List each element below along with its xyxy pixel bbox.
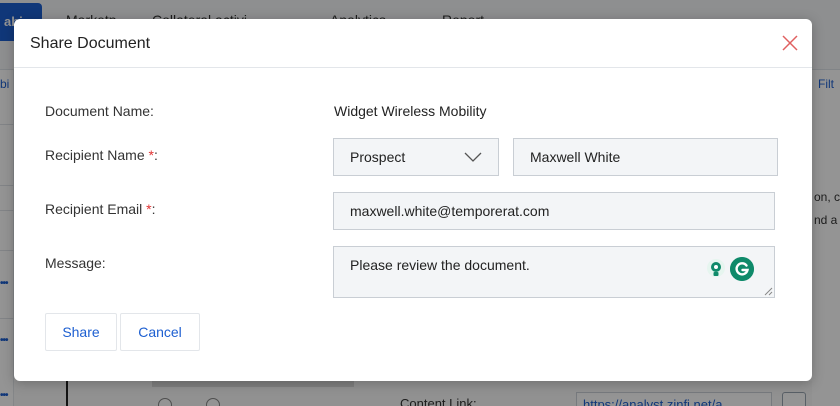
- recipient-type-selected: Prospect: [350, 149, 406, 165]
- cancel-button[interactable]: Cancel: [120, 313, 200, 351]
- recipient-name-input[interactable]: Maxwell White: [513, 138, 778, 176]
- recipient-email-input[interactable]: maxwell.white@temporerat.com: [333, 192, 775, 230]
- chevron-down-icon: [464, 152, 482, 162]
- close-icon[interactable]: [780, 33, 800, 53]
- resize-handle-icon[interactable]: [764, 287, 773, 296]
- dialog-header: Share Document: [14, 19, 812, 68]
- recipient-name-label: Recipient Name *:: [45, 147, 158, 163]
- document-name-label: Document Name:: [45, 103, 154, 119]
- grammarly-widget[interactable]: [706, 257, 754, 281]
- share-document-dialog: Share Document Document Name: Widget Wir…: [14, 19, 812, 381]
- recipient-email-label: Recipient Email *:: [45, 201, 156, 217]
- grammarly-icon[interactable]: [730, 257, 754, 281]
- message-textarea[interactable]: Please review the document.: [333, 246, 775, 298]
- message-label: Message:: [45, 255, 106, 271]
- share-button[interactable]: Share: [45, 313, 117, 351]
- document-name-value: Widget Wireless Mobility: [334, 103, 487, 119]
- lightbulb-icon[interactable]: [706, 258, 726, 280]
- message-text: Please review the document.: [350, 257, 530, 273]
- recipient-type-select[interactable]: Prospect: [333, 138, 499, 176]
- dialog-title: Share Document: [30, 35, 151, 52]
